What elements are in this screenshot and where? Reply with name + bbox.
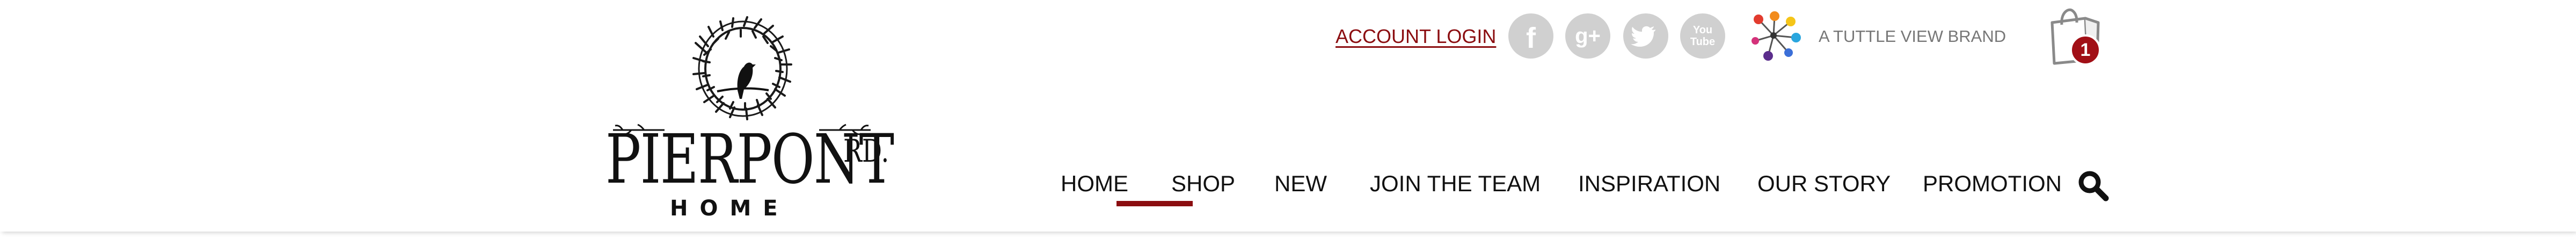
brand-label: A TUTTLE VIEW BRAND	[1819, 27, 2006, 46]
nav-item-inspiration[interactable]: INSPIRATION	[1578, 171, 1720, 197]
site-header: PIERPONT RD. HOME ACCOUNT LOGIN f g+ You…	[0, 0, 2576, 232]
twitter-icon[interactable]	[1623, 13, 1668, 59]
google-plus-icon[interactable]: g+	[1565, 13, 1610, 59]
youtube-glyph: You Tube	[1690, 24, 1716, 48]
facebook-glyph: f	[1526, 22, 1536, 54]
nav-item-home[interactable]: HOME	[1061, 171, 1128, 197]
nav-item-promotion[interactable]: PROMOTION	[1923, 171, 2062, 197]
search-icon[interactable]	[2076, 169, 2111, 203]
tuttle-view-brand-icon	[1752, 11, 1801, 61]
active-nav-indicator	[1116, 201, 1193, 206]
twitter-bird-icon	[1631, 26, 1655, 47]
pierpont-home-logo[interactable]: PIERPONT RD. HOME	[603, 15, 894, 221]
logo-wordmark: PIERPONT RD. HOME	[603, 122, 894, 221]
nav-item-our-story[interactable]: OUR STORY	[1757, 171, 1891, 197]
cart-count-badge: 1	[2070, 34, 2101, 66]
facebook-icon[interactable]: f	[1508, 13, 1553, 59]
right-branch-flourish-icon	[819, 124, 871, 135]
google-plus-glyph: g+	[1575, 24, 1601, 48]
nav-item-new[interactable]: NEW	[1274, 171, 1327, 197]
bird-wreath-icon	[692, 16, 792, 120]
nav-item-join-the-team[interactable]: JOIN THE TEAM	[1370, 171, 1541, 197]
logo-suffix-text: RD.	[843, 133, 889, 169]
left-branch-flourish-icon	[613, 124, 665, 135]
nav-item-shop[interactable]: SHOP	[1171, 171, 1235, 197]
account-login-link[interactable]: ACCOUNT LOGIN	[1336, 26, 1496, 47]
logo-sub-text: HOME	[670, 196, 790, 221]
youtube-icon[interactable]: You Tube	[1680, 13, 1725, 59]
